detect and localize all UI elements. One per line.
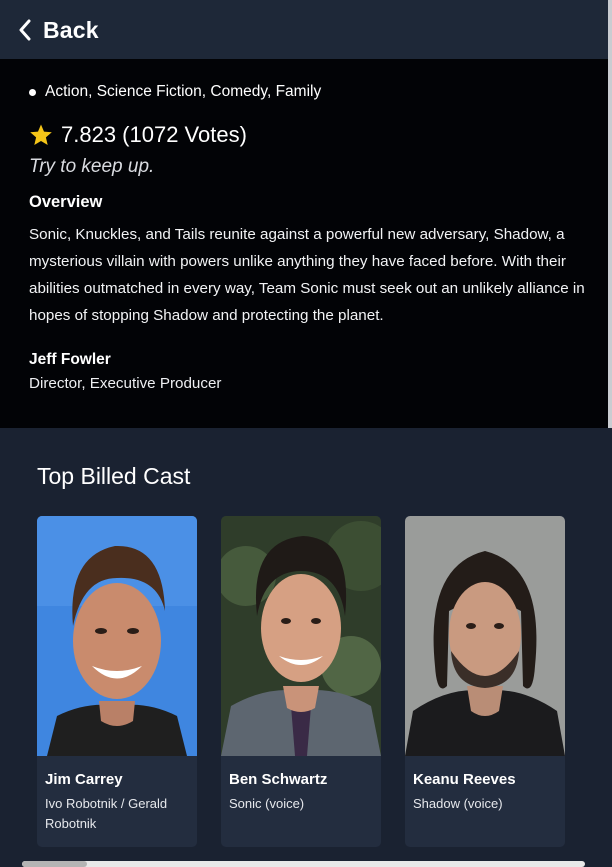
chevron-left-icon [19,19,31,41]
scrollbar-thumb[interactable] [22,861,87,867]
cast-heading: Top Billed Cast [37,463,191,489]
cast-section: Top Billed Cast Jim Carrey Ivo Robotnik … [0,428,612,867]
genres-text: Action, Science Fiction, Comedy, Family [45,83,322,100]
actor-photo [405,516,565,756]
crew-name[interactable]: Jeff Fowler [29,351,111,369]
horizontal-scrollbar[interactable] [22,861,585,867]
cast-card[interactable]: Ben Schwartz Sonic (voice) [221,516,381,847]
back-button[interactable]: Back [17,14,99,46]
actor-name: Keanu Reeves [413,771,516,788]
bullet-icon [29,88,36,96]
back-label: Back [43,16,99,43]
overview-text: Sonic, Knuckles, and Tails reunite again… [29,226,585,324]
character-name: Shadow (voice) [413,796,503,811]
star-icon [30,124,52,145]
actor-name: Jim Carrey [45,771,123,788]
overview-heading: Overview [29,193,103,211]
actor-name: Ben Schwartz [229,771,328,788]
top-bar: Back [0,0,612,59]
cast-card[interactable]: Keanu Reeves Shadow (voice) [405,516,565,847]
character-name: Sonic (voice) [229,796,305,811]
actor-photo [37,516,197,756]
tagline: Try to keep up. [29,156,155,177]
character-name: Ivo Robotnik / Gerald Robotnik [45,796,168,831]
rating: 7.823 (1072 Votes) [29,122,247,148]
actor-photo [221,516,381,756]
crew-role: Director, Executive Producer [29,375,222,392]
cast-card[interactable]: Jim Carrey Ivo Robotnik / Gerald Robotni… [37,516,197,847]
genres: Action, Science Fiction, Comedy, Family [29,83,321,101]
rating-text: 7.823 (1072 Votes) [61,122,247,147]
